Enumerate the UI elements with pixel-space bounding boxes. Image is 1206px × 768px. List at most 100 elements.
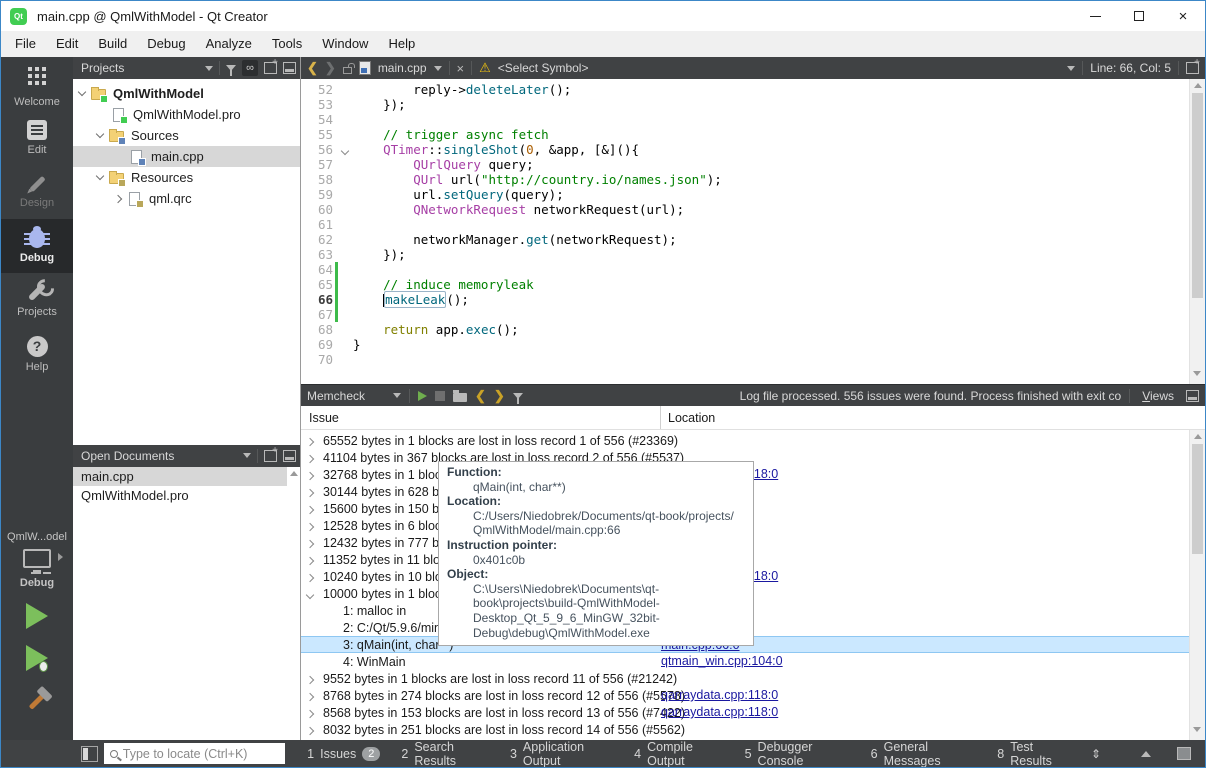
kit-selector[interactable]: QmlW...odel Debug	[1, 531, 73, 589]
panel-menu-icon[interactable]	[1186, 390, 1199, 402]
mode-debug[interactable]: Debug	[1, 219, 73, 273]
location-column-header[interactable]: Location	[661, 411, 1205, 425]
menu-window[interactable]: Window	[312, 31, 378, 57]
open-document-qmlwithmodel.pro[interactable]: QmlWithModel.pro	[73, 486, 300, 505]
expander-collapsed-icon[interactable]	[306, 539, 314, 547]
mode-design[interactable]: Design	[1, 165, 73, 219]
build-button[interactable]	[28, 692, 46, 710]
menu-file[interactable]: File	[5, 31, 46, 57]
load-log-icon[interactable]	[453, 393, 467, 402]
menu-help[interactable]: Help	[378, 31, 425, 57]
line-number[interactable]: 56	[301, 142, 333, 157]
output-pane-icon[interactable]	[1177, 747, 1191, 760]
location-link[interactable]: qarraydata.cpp:118:0	[661, 688, 778, 702]
menu-tools[interactable]: Tools	[262, 31, 312, 57]
expander-collapsed-icon[interactable]	[306, 454, 314, 462]
expander-collapsed-icon[interactable]	[306, 437, 314, 445]
split-editor-icon[interactable]	[1186, 62, 1199, 74]
line-number[interactable]: 60	[301, 202, 333, 217]
issue-column-header[interactable]: Issue	[301, 406, 661, 429]
menu-analyze[interactable]: Analyze	[196, 31, 262, 57]
expander-expanded-icon[interactable]	[96, 172, 104, 180]
output-pane-issues[interactable]: 1Issues2	[307, 747, 380, 761]
stop-icon[interactable]	[435, 391, 445, 401]
expander-expanded-icon[interactable]	[306, 590, 314, 598]
line-number[interactable]: 64	[301, 262, 333, 277]
expander-collapsed-icon[interactable]	[114, 194, 122, 202]
issue-row[interactable]: 4: WinMainqtmain_win.cpp:104:0	[301, 653, 1205, 670]
location-link[interactable]: qtmain_win.cpp:104:0	[661, 654, 783, 668]
tool-dropdown-icon[interactable]	[393, 393, 401, 398]
file-dropdown-icon[interactable]	[434, 66, 442, 71]
line-number[interactable]: 61	[301, 217, 333, 232]
expander-expanded-icon[interactable]	[96, 130, 104, 138]
toggle-sidebar-icon[interactable]	[81, 746, 98, 762]
minimize-button[interactable]	[1073, 2, 1117, 31]
menu-build[interactable]: Build	[88, 31, 137, 57]
line-number[interactable]: 55	[301, 127, 333, 142]
issue-row[interactable]: 8568 bytes in 153 blocks are lost in los…	[301, 704, 1205, 721]
expander-collapsed-icon[interactable]	[306, 522, 314, 530]
line-number[interactable]: 66	[301, 292, 333, 307]
line-number[interactable]: 67	[301, 307, 333, 322]
filter-icon[interactable]	[226, 65, 236, 71]
locator-input[interactable]: Type to locate (Ctrl+K)	[104, 743, 285, 764]
analyzer-tool-name[interactable]: Memcheck	[307, 389, 385, 403]
open-document-main.cpp[interactable]: main.cpp	[73, 467, 300, 486]
tree-item-qmlwithmodel[interactable]: QmlWithModel	[73, 83, 300, 104]
code-fold-icon[interactable]	[341, 147, 349, 155]
expander-collapsed-icon[interactable]	[306, 726, 314, 734]
split-panel-icon[interactable]	[264, 450, 277, 462]
expander-collapsed-icon[interactable]	[306, 556, 314, 564]
expander-collapsed-icon[interactable]	[306, 488, 314, 496]
line-number[interactable]: 69	[301, 337, 333, 352]
output-pane-stepper-icon[interactable]: ⇕	[1091, 747, 1101, 761]
line-number[interactable]: 58	[301, 172, 333, 187]
line-number[interactable]: 63	[301, 247, 333, 262]
output-pane-compile-output[interactable]: 4Compile Output	[634, 740, 723, 768]
tree-item-qml.qrc[interactable]: qml.qrc	[73, 188, 300, 209]
editor-scrollbar[interactable]	[1189, 79, 1205, 384]
expander-expanded-icon[interactable]	[78, 88, 86, 96]
output-pane-general-messages[interactable]: 6General Messages	[871, 740, 977, 768]
line-number[interactable]: 65	[301, 277, 333, 292]
menu-debug[interactable]: Debug	[137, 31, 195, 57]
open-documents-title[interactable]: Open Documents	[81, 449, 237, 463]
issue-row[interactable]: 65552 bytes in 1 blocks are lost in loss…	[301, 432, 1205, 449]
issue-row[interactable]: 8768 bytes in 274 blocks are lost in los…	[301, 687, 1205, 704]
tree-item-sources[interactable]: Sources	[73, 125, 300, 146]
split-panel-icon[interactable]	[264, 62, 277, 74]
expander-collapsed-icon[interactable]	[306, 709, 314, 717]
code-editor[interactable]: 52 reply->deleteLater(); 53 }); 54 55 //…	[301, 79, 1205, 384]
output-pane-search-results[interactable]: 2Search Results	[401, 740, 489, 768]
line-number[interactable]: 54	[301, 112, 333, 127]
issue-row[interactable]: 8032 bytes in 251 blocks are lost in los…	[301, 721, 1205, 738]
line-number[interactable]: 57	[301, 157, 333, 172]
views-button[interactable]: Views	[1138, 389, 1178, 403]
start-analysis-icon[interactable]	[418, 391, 427, 401]
tree-item-qmlwithmodel.pro[interactable]: QmlWithModel.pro	[73, 104, 300, 125]
close-button[interactable]: ×	[1161, 2, 1205, 31]
maximize-output-pane-icon[interactable]	[1141, 751, 1151, 757]
line-number[interactable]: 68	[301, 322, 333, 337]
editor-dropdown-icon[interactable]	[1067, 66, 1075, 71]
close-panel-icon[interactable]	[283, 62, 296, 74]
line-number[interactable]: 70	[301, 352, 333, 367]
tree-item-main.cpp[interactable]: main.cpp	[73, 146, 300, 167]
projects-panel-title[interactable]: Projects	[81, 61, 199, 75]
line-number[interactable]: 52	[301, 82, 333, 97]
symbol-selector[interactable]: <Select Symbol>	[498, 61, 589, 75]
panel-dropdown-icon[interactable]	[243, 453, 251, 458]
line-number[interactable]: 53	[301, 97, 333, 112]
expander-collapsed-icon[interactable]	[306, 505, 314, 513]
panel-dropdown-icon[interactable]	[205, 66, 213, 71]
issue-row[interactable]: 9552 bytes in 1 blocks are lost in loss …	[301, 670, 1205, 687]
next-issue-icon[interactable]: ❯	[494, 388, 505, 404]
expander-collapsed-icon[interactable]	[306, 471, 314, 479]
filter-issues-icon[interactable]	[513, 393, 523, 399]
close-panel-icon[interactable]	[283, 450, 296, 462]
go-forward-icon[interactable]: ❯	[325, 60, 336, 76]
tree-item-resources[interactable]: Resources	[73, 167, 300, 188]
line-number[interactable]: 59	[301, 187, 333, 202]
open-documents-scrollbar[interactable]	[287, 467, 300, 741]
